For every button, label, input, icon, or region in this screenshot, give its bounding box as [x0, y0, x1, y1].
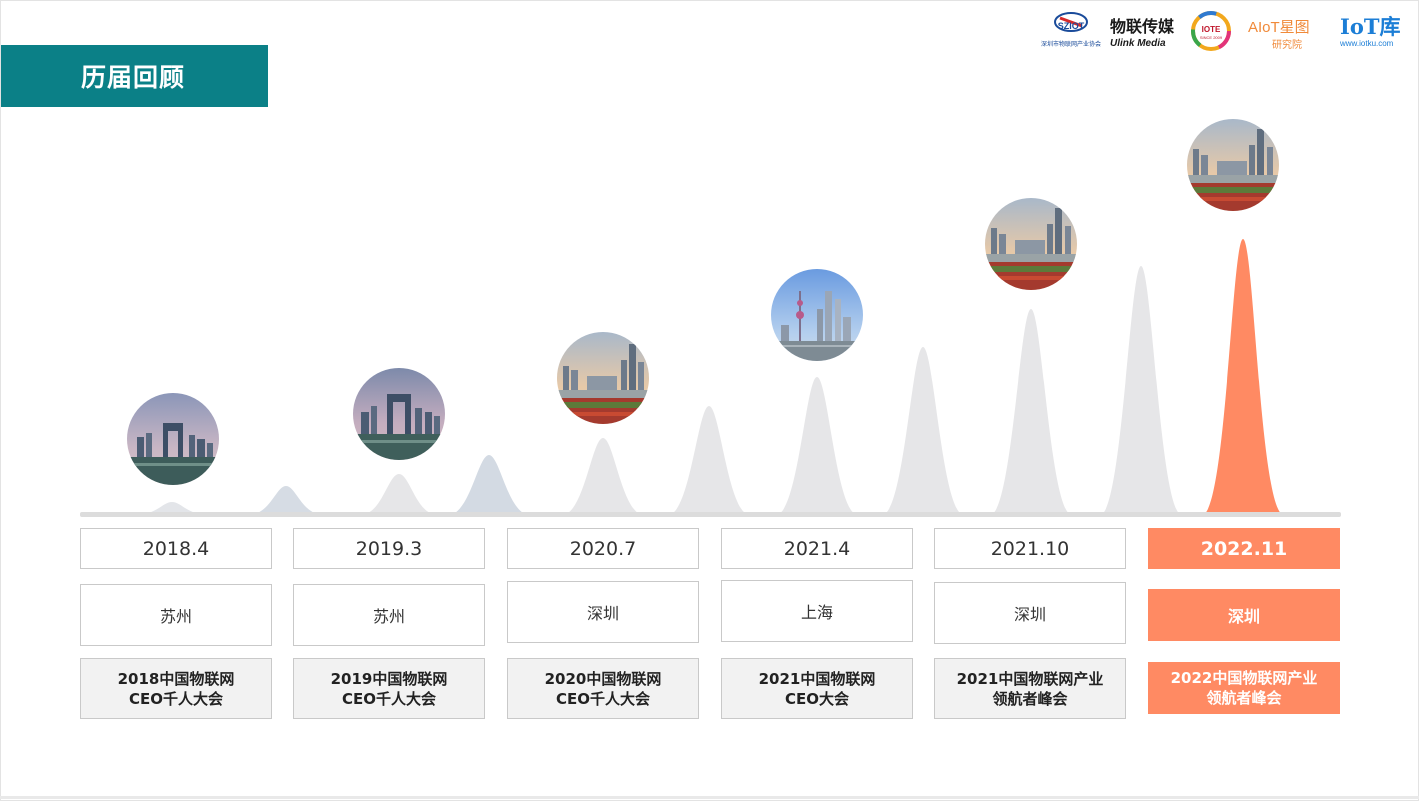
peak — [1100, 266, 1182, 515]
city-box: 苏州 — [80, 584, 272, 646]
city-box-highlight: 深圳 — [1148, 589, 1340, 641]
event-box: 2021中国物联网产业 领航者峰会 — [934, 658, 1126, 719]
date-box: 2018.4 — [80, 528, 272, 569]
city-box: 深圳 — [934, 582, 1126, 644]
event-box-highlight: 2022中国物联网产业 领航者峰会 — [1148, 662, 1340, 714]
suzhou-photo-2018 — [127, 393, 219, 485]
date-box: 2021.10 — [934, 528, 1126, 569]
suzhou-photo-2019 — [353, 368, 445, 460]
peak — [248, 486, 324, 515]
shenzhen-photo-2022 — [1187, 119, 1279, 211]
peak — [990, 309, 1072, 515]
city-box: 苏州 — [293, 584, 485, 646]
peak — [562, 438, 644, 515]
peak — [448, 455, 530, 515]
peak — [360, 474, 438, 515]
highlight-peak — [1202, 239, 1284, 515]
event-box: 2019中国物联网 CEO千人大会 — [293, 658, 485, 719]
event-box: 2021中国物联网 CEO大会 — [721, 658, 913, 719]
city-box: 上海 — [721, 580, 913, 642]
peak — [882, 347, 964, 515]
shanghai-photo-2021 — [771, 269, 863, 361]
event-box: 2018中国物联网 CEO千人大会 — [80, 658, 272, 719]
date-box: 2021.4 — [721, 528, 913, 569]
peak — [668, 406, 750, 515]
shenzhen-photo-2021 — [985, 198, 1077, 290]
city-box: 深圳 — [507, 581, 699, 643]
event-box: 2020中国物联网 CEO千人大会 — [507, 658, 699, 719]
peak — [776, 377, 858, 515]
date-box: 2020.7 — [507, 528, 699, 569]
timeline-baseline — [80, 512, 1341, 517]
footer-divider — [0, 796, 1419, 799]
date-box-highlight: 2022.11 — [1148, 528, 1340, 569]
shenzhen-photo-2020 — [557, 332, 649, 424]
date-box: 2019.3 — [293, 528, 485, 569]
